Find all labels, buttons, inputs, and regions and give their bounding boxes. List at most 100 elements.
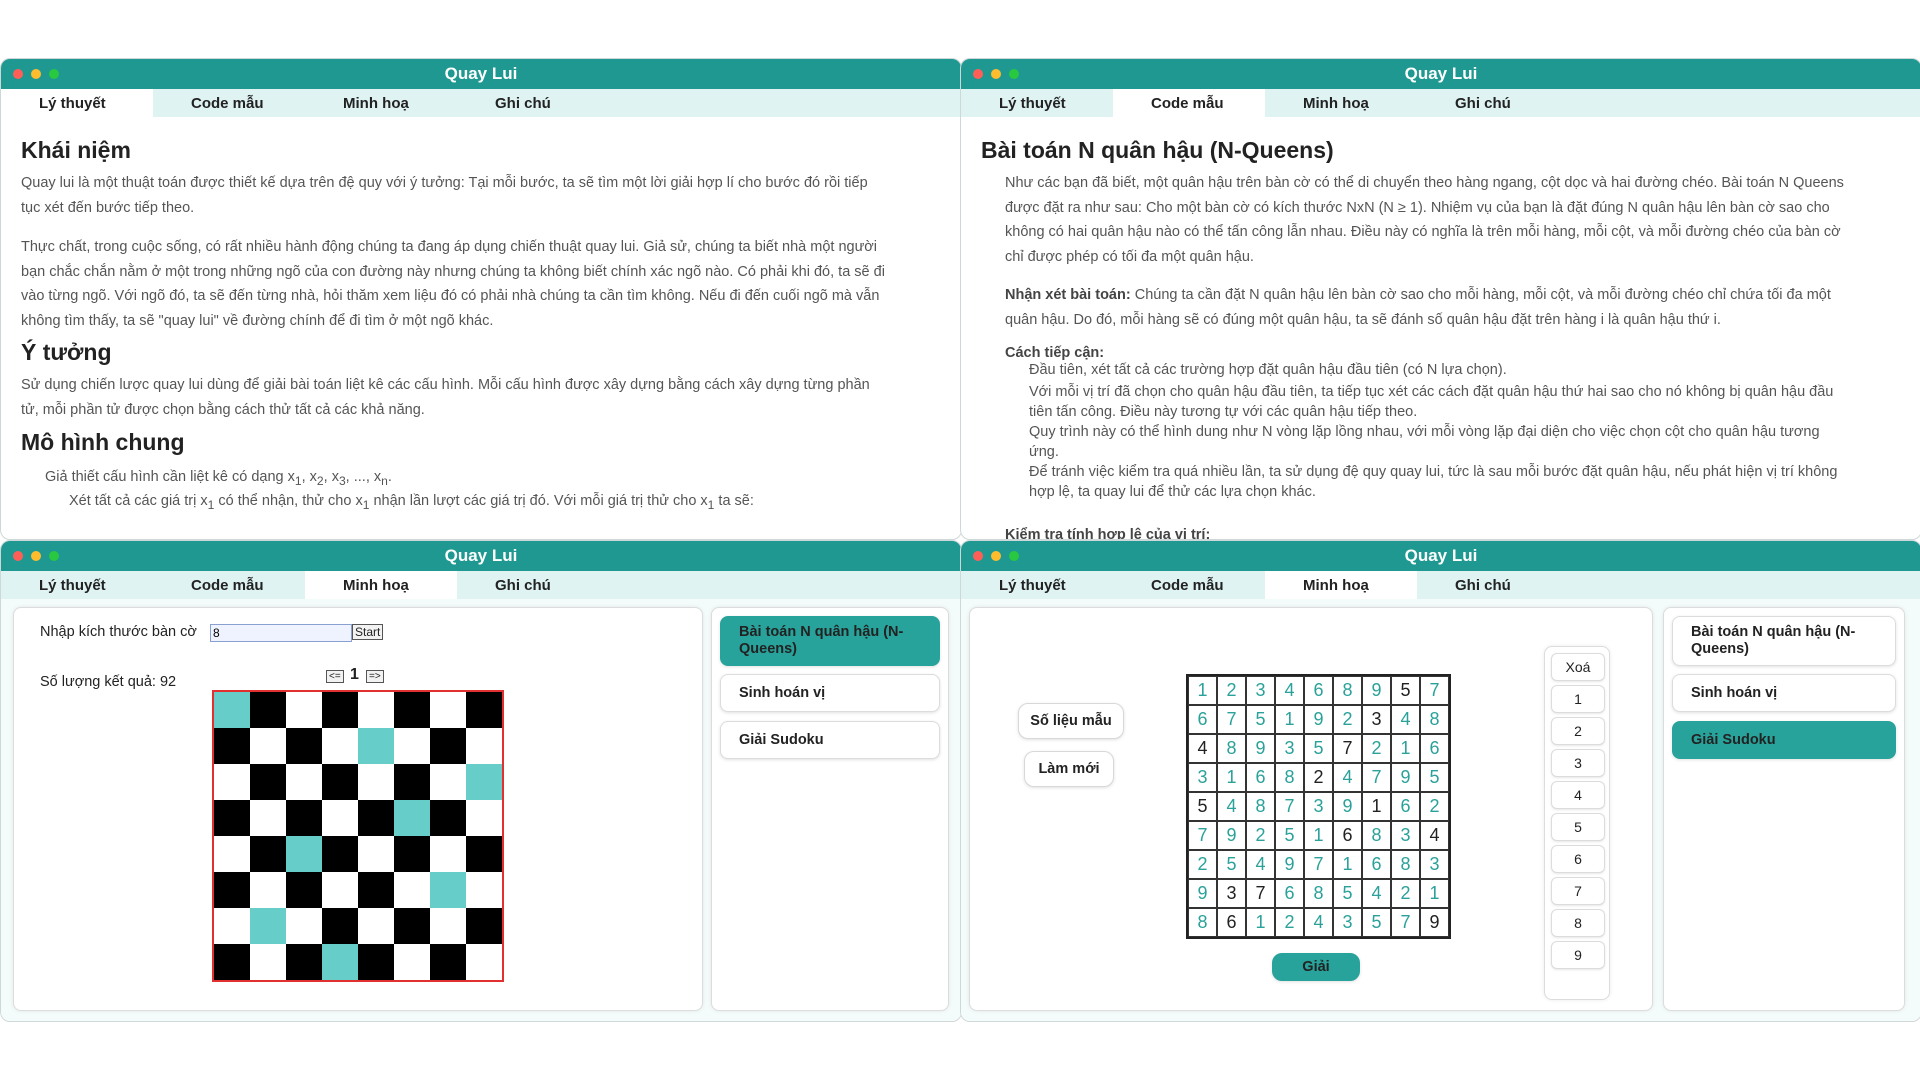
sudoku-cell[interactable]: 4 (1362, 879, 1391, 908)
sudoku-cell[interactable]: 4 (1275, 676, 1304, 705)
next-result-button[interactable]: => (366, 670, 384, 683)
reset-button[interactable]: Làm mới (1024, 751, 1114, 787)
tab-code[interactable]: Code mẫu (1113, 89, 1265, 117)
sudoku-cell[interactable]: 7 (1391, 908, 1420, 937)
clear-cell-button[interactable]: Xoá (1551, 653, 1605, 681)
sudoku-cell[interactable]: 9 (1304, 705, 1333, 734)
sudoku-cell[interactable]: 7 (1333, 734, 1362, 763)
sudoku-cell[interactable]: 8 (1246, 792, 1275, 821)
tab-theory[interactable]: Lý thuyết (961, 571, 1113, 599)
numpad-key[interactable]: 9 (1551, 941, 1605, 969)
sudoku-cell[interactable]: 3 (1333, 908, 1362, 937)
sudoku-cell[interactable]: 9 (1391, 763, 1420, 792)
sudoku-cell[interactable]: 5 (1420, 763, 1449, 792)
sudoku-cell[interactable]: 8 (1420, 705, 1449, 734)
sudoku-cell[interactable]: 1 (1217, 763, 1246, 792)
sudoku-cell[interactable]: 8 (1304, 879, 1333, 908)
sudoku-cell[interactable]: 3 (1246, 676, 1275, 705)
tab-theory[interactable]: Lý thuyết (1, 89, 153, 117)
sudoku-cell[interactable]: 2 (1217, 676, 1246, 705)
sudoku-cell[interactable]: 3 (1362, 705, 1391, 734)
sudoku-cell[interactable]: 7 (1362, 763, 1391, 792)
tab-notes[interactable]: Ghi chú (1417, 89, 1569, 117)
menu-item-sudoku[interactable]: Giải Sudoku (1672, 721, 1896, 759)
sudoku-cell[interactable]: 7 (1246, 879, 1275, 908)
prev-result-button[interactable]: <= (326, 670, 344, 683)
sudoku-cell[interactable]: 5 (1304, 734, 1333, 763)
sudoku-cell[interactable]: 2 (1275, 908, 1304, 937)
close-window-button[interactable] (13, 69, 23, 79)
numpad-key[interactable]: 3 (1551, 749, 1605, 777)
sudoku-cell[interactable]: 7 (1188, 821, 1217, 850)
sudoku-cell[interactable]: 3 (1275, 734, 1304, 763)
menu-item-sudoku[interactable]: Giải Sudoku (720, 721, 940, 759)
sudoku-cell[interactable]: 6 (1217, 908, 1246, 937)
menu-item-nqueens[interactable]: Bài toán N quân hậu (N-Queens) (720, 616, 940, 666)
sudoku-cell[interactable]: 1 (1304, 821, 1333, 850)
tab-illustration[interactable]: Minh hoạ (1265, 571, 1417, 599)
sudoku-cell[interactable]: 9 (1362, 676, 1391, 705)
sudoku-cell[interactable]: 6 (1275, 879, 1304, 908)
close-window-button[interactable] (973, 551, 983, 561)
minimize-window-button[interactable] (991, 69, 1001, 79)
minimize-window-button[interactable] (31, 69, 41, 79)
numpad-key[interactable]: 4 (1551, 781, 1605, 809)
sudoku-cell[interactable]: 4 (1391, 705, 1420, 734)
sudoku-cell[interactable]: 7 (1275, 792, 1304, 821)
sudoku-cell[interactable]: 6 (1188, 705, 1217, 734)
numpad-key[interactable]: 5 (1551, 813, 1605, 841)
sudoku-cell[interactable]: 1 (1246, 908, 1275, 937)
sudoku-cell[interactable]: 1 (1188, 676, 1217, 705)
close-window-button[interactable] (973, 69, 983, 79)
sudoku-cell[interactable]: 5 (1333, 879, 1362, 908)
sudoku-cell[interactable]: 7 (1304, 850, 1333, 879)
tab-illustration[interactable]: Minh hoạ (1265, 89, 1417, 117)
sample-data-button[interactable]: Số liệu mẫu (1018, 703, 1124, 739)
sudoku-cell[interactable]: 2 (1304, 763, 1333, 792)
sudoku-cell[interactable]: 6 (1304, 676, 1333, 705)
sudoku-cell[interactable]: 2 (1362, 734, 1391, 763)
sudoku-cell[interactable]: 2 (1391, 879, 1420, 908)
sudoku-cell[interactable]: 9 (1333, 792, 1362, 821)
tab-theory[interactable]: Lý thuyết (1, 571, 153, 599)
sudoku-cell[interactable]: 9 (1217, 821, 1246, 850)
tab-code[interactable]: Code mẫu (153, 571, 305, 599)
sudoku-cell[interactable]: 1 (1362, 792, 1391, 821)
sudoku-cell[interactable]: 8 (1217, 734, 1246, 763)
sudoku-cell[interactable]: 3 (1304, 792, 1333, 821)
sudoku-cell[interactable]: 1 (1275, 705, 1304, 734)
sudoku-cell[interactable]: 3 (1420, 850, 1449, 879)
sudoku-cell[interactable]: 7 (1217, 705, 1246, 734)
numpad-key[interactable]: 2 (1551, 717, 1605, 745)
minimize-window-button[interactable] (991, 551, 1001, 561)
sudoku-cell[interactable]: 8 (1362, 821, 1391, 850)
sudoku-cell[interactable]: 9 (1420, 908, 1449, 937)
numpad-key[interactable]: 6 (1551, 845, 1605, 873)
sudoku-cell[interactable]: 6 (1362, 850, 1391, 879)
sudoku-cell[interactable]: 4 (1217, 792, 1246, 821)
sudoku-cell[interactable]: 4 (1246, 850, 1275, 879)
board-size-input[interactable] (210, 624, 352, 642)
sudoku-cell[interactable]: 3 (1188, 763, 1217, 792)
sudoku-cell[interactable]: 2 (1246, 821, 1275, 850)
sudoku-cell[interactable]: 7 (1420, 676, 1449, 705)
sudoku-cell[interactable]: 4 (1188, 734, 1217, 763)
menu-item-permutations[interactable]: Sinh hoán vị (1672, 674, 1896, 712)
sudoku-cell[interactable]: 5 (1246, 705, 1275, 734)
sudoku-cell[interactable]: 9 (1246, 734, 1275, 763)
sudoku-cell[interactable]: 8 (1188, 908, 1217, 937)
sudoku-cell[interactable]: 6 (1333, 821, 1362, 850)
close-window-button[interactable] (13, 551, 23, 561)
sudoku-cell[interactable]: 5 (1217, 850, 1246, 879)
maximize-window-button[interactable] (49, 551, 59, 561)
sudoku-cell[interactable]: 8 (1333, 676, 1362, 705)
sudoku-cell[interactable]: 4 (1304, 908, 1333, 937)
maximize-window-button[interactable] (1009, 69, 1019, 79)
tab-notes[interactable]: Ghi chú (457, 571, 609, 599)
sudoku-cell[interactable]: 8 (1391, 850, 1420, 879)
sudoku-cell[interactable]: 4 (1420, 821, 1449, 850)
solve-button[interactable]: Giải (1272, 953, 1360, 981)
menu-item-permutations[interactable]: Sinh hoán vị (720, 674, 940, 712)
tab-code[interactable]: Code mẫu (153, 89, 305, 117)
sudoku-cell[interactable]: 9 (1188, 879, 1217, 908)
